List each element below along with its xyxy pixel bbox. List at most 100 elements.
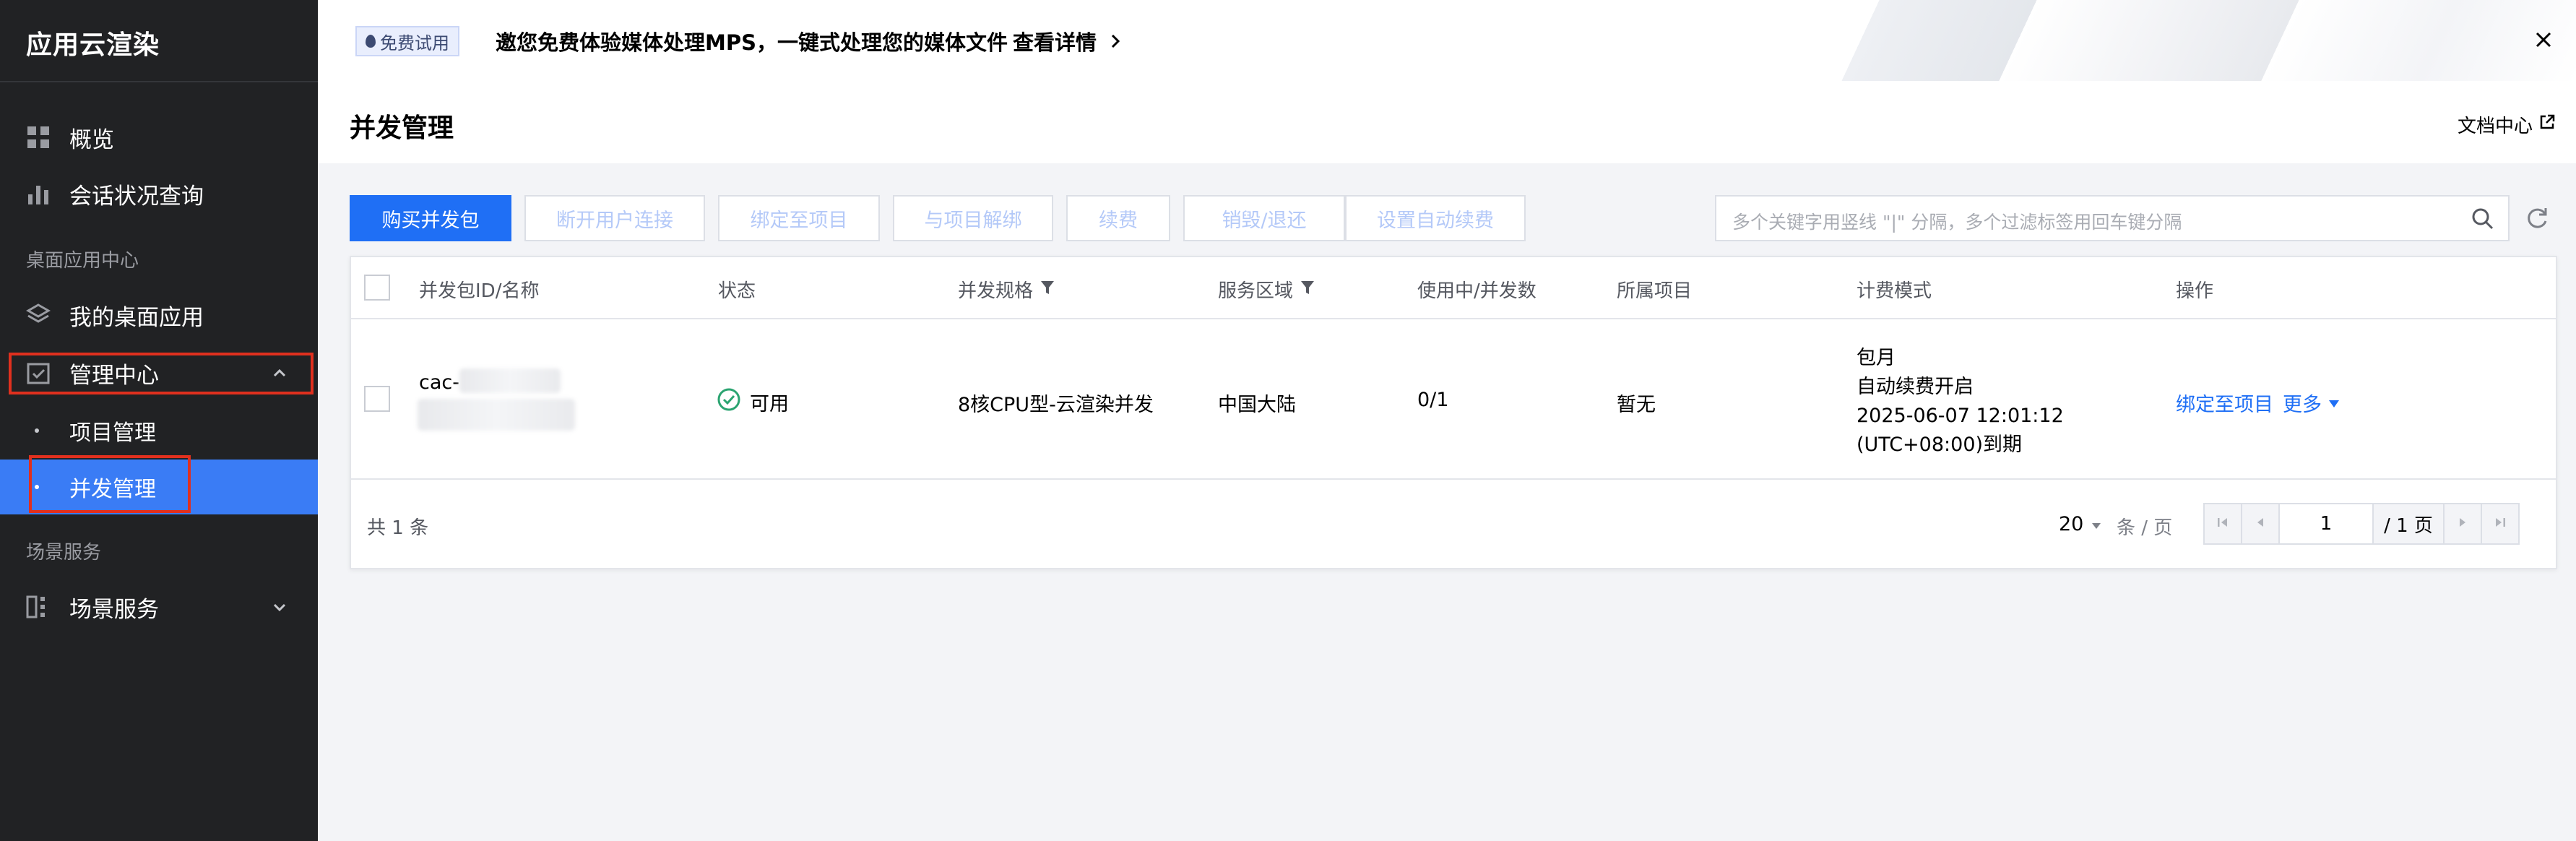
status-text: 可用 bbox=[750, 393, 789, 415]
highlight-box bbox=[29, 455, 191, 513]
concurrency-id[interactable]: cac- bbox=[419, 371, 459, 394]
column-header: 使用中/并发数 bbox=[1417, 280, 1536, 302]
promo-banner: 免费试用 邀您免费体验媒体处理MPS，一键式处理您的媒体文件 查看详情 bbox=[318, 0, 2576, 81]
first-page-icon bbox=[2216, 515, 2230, 532]
refresh-icon[interactable] bbox=[2524, 205, 2550, 231]
col-region: 服务区域 bbox=[1218, 276, 1315, 303]
column-header: 计费模式 bbox=[1857, 280, 1932, 302]
caret-down-icon bbox=[2328, 392, 2341, 414]
page-number-input[interactable]: 1 bbox=[2278, 503, 2374, 545]
column-header: 所属项目 bbox=[1617, 280, 1693, 302]
expire-time: 2025-06-07 12:01:12 bbox=[1857, 405, 2064, 427]
prev-page-button[interactable] bbox=[2241, 503, 2280, 545]
table-footer: 共 1 条 20 条 / 页 1 / 1 页 bbox=[351, 481, 2556, 568]
table-row: cac- 可用 8核CPU型-云渲染并发 中国大陆 0/1 暂无 包月 自动续费… bbox=[351, 321, 2556, 480]
sidebar-item-project-management[interactable]: 项目管理 bbox=[0, 405, 318, 457]
close-icon[interactable] bbox=[2531, 27, 2556, 52]
sidebar-item-label: 会话状况查询 bbox=[69, 183, 204, 210]
bar-chart-icon bbox=[26, 181, 51, 206]
page-header: 并发管理 文档中心 bbox=[318, 81, 2576, 163]
total-pages: / 1 页 bbox=[2372, 503, 2445, 545]
last-page-icon bbox=[2493, 515, 2507, 532]
chevron-down-icon bbox=[269, 596, 290, 618]
last-page-button[interactable] bbox=[2481, 503, 2520, 545]
caret-down-icon bbox=[2091, 513, 2102, 535]
sidebar-item-session-query[interactable]: 会话状况查询 bbox=[0, 168, 318, 220]
select-all-checkbox[interactable] bbox=[364, 275, 390, 301]
search-input[interactable]: 多个关键字用竖线 "|" 分隔，多个过滤标签用回车键分隔 bbox=[1715, 195, 2510, 241]
bind-to-project-button[interactable]: 绑定至项目 bbox=[718, 195, 880, 241]
next-page-button[interactable] bbox=[2443, 503, 2482, 545]
chevron-right-icon bbox=[1108, 30, 1123, 55]
table-header: 并发包ID/名称 状态 并发规格 服务区域 使用中/并发数 所属项目 计费模式 … bbox=[351, 257, 2556, 319]
first-page-button[interactable] bbox=[2203, 503, 2242, 545]
project-cell: 暂无 bbox=[1617, 394, 1656, 416]
page-size-value: 20 bbox=[2059, 513, 2084, 535]
region-cell: 中国大陆 bbox=[1218, 394, 1296, 416]
more-dropdown[interactable]: 更多 bbox=[2283, 389, 2341, 417]
prev-page-icon bbox=[2253, 515, 2268, 532]
per-page-label: 条 / 页 bbox=[2117, 517, 2173, 539]
view-details-link[interactable]: 查看详情 bbox=[1013, 26, 1123, 56]
highlight-box bbox=[9, 353, 314, 394]
sidebar-group-scene: 场景服务 bbox=[26, 542, 102, 564]
column-header: 状态 bbox=[718, 280, 756, 302]
col-status: 状态 bbox=[718, 276, 756, 303]
search-icon[interactable] bbox=[2471, 207, 2495, 231]
sidebar-item-scene-service[interactable]: 场景服务 bbox=[0, 581, 318, 633]
scene-icon bbox=[26, 595, 51, 619]
row-checkbox[interactable] bbox=[364, 386, 390, 412]
col-usage: 使用中/并发数 bbox=[1417, 276, 1536, 303]
billing-mode: 包月 bbox=[1857, 347, 1896, 369]
renew-button[interactable]: 续费 bbox=[1066, 195, 1170, 241]
column-header: 并发规格 bbox=[958, 280, 1034, 302]
total-count: 共 1 条 bbox=[367, 517, 429, 539]
sidebar-group-desktop: 桌面应用中心 bbox=[26, 250, 139, 272]
sidebar-item-my-desktop-apps[interactable]: 我的桌面应用 bbox=[0, 289, 318, 341]
banner-decoration bbox=[1565, 0, 2576, 81]
check-circle-icon bbox=[717, 387, 741, 417]
concurrency-table: 并发包ID/名称 状态 并发规格 服务区域 使用中/并发数 所属项目 计费模式 … bbox=[350, 256, 2557, 569]
layers-icon bbox=[26, 303, 51, 327]
redacted-name bbox=[418, 399, 575, 431]
app-title: 应用云渲染 bbox=[26, 30, 160, 60]
more-label: 更多 bbox=[2283, 394, 2322, 416]
column-header: 服务区域 bbox=[1218, 280, 1294, 302]
usage-cell: 0/1 bbox=[1417, 389, 1449, 411]
sidebar-item-label: 概览 bbox=[69, 126, 114, 153]
expire-timezone: (UTC+08:00)到期 bbox=[1857, 434, 2023, 456]
sidebar-divider bbox=[0, 81, 318, 82]
auto-renew-button[interactable]: 设置自动续费 bbox=[1345, 195, 1526, 241]
col-actions: 操作 bbox=[2176, 276, 2213, 303]
sidebar: 应用云渲染 概览 会话状况查询 桌面应用中心 我的桌面应用 管理中心 项目管理 bbox=[0, 0, 318, 841]
unbind-project-button[interactable]: 与项目解绑 bbox=[893, 195, 1053, 241]
column-header: 操作 bbox=[2176, 280, 2214, 302]
spec-cell: 8核CPU型-云渲染并发 bbox=[958, 394, 1154, 416]
disconnect-user-button[interactable]: 断开用户连接 bbox=[524, 195, 705, 241]
bind-project-link[interactable]: 绑定至项目 bbox=[2176, 389, 2273, 417]
external-link-icon bbox=[2538, 113, 2556, 136]
filter-icon[interactable] bbox=[1040, 279, 1055, 301]
page-size-select[interactable]: 20 bbox=[2059, 513, 2102, 535]
bullet-icon bbox=[35, 428, 39, 433]
buy-concurrency-button[interactable]: 购买并发包 bbox=[350, 195, 511, 241]
billing-cell: 包月 自动续费开启 2025-06-07 12:01:12 (UTC+08:00… bbox=[1857, 344, 2064, 460]
sidebar-item-label: 场景服务 bbox=[69, 596, 159, 623]
doc-center-link[interactable]: 文档中心 bbox=[2458, 111, 2556, 138]
column-header: 并发包ID/名称 bbox=[419, 280, 540, 302]
sidebar-item-overview[interactable]: 概览 bbox=[0, 111, 318, 163]
destroy-refund-button[interactable]: 销毁/退还 bbox=[1183, 195, 1345, 241]
drop-icon bbox=[366, 35, 376, 48]
view-details-label: 查看详情 bbox=[1013, 30, 1097, 55]
col-id-name: 并发包ID/名称 bbox=[419, 276, 539, 303]
doc-center-label: 文档中心 bbox=[2457, 116, 2533, 137]
col-spec: 并发规格 bbox=[958, 276, 1055, 303]
redacted-id bbox=[459, 368, 561, 393]
filter-icon[interactable] bbox=[1300, 279, 1315, 301]
free-trial-badge: 免费试用 bbox=[355, 26, 459, 56]
sidebar-item-label: 我的桌面应用 bbox=[69, 304, 204, 331]
search-placeholder: 多个关键字用竖线 "|" 分隔，多个过滤标签用回车键分隔 bbox=[1732, 212, 2182, 233]
banner-text: 邀您免费体验媒体处理MPS，一键式处理您的媒体文件 bbox=[496, 30, 1008, 55]
page-title: 并发管理 bbox=[350, 113, 454, 143]
next-page-icon bbox=[2455, 515, 2470, 532]
